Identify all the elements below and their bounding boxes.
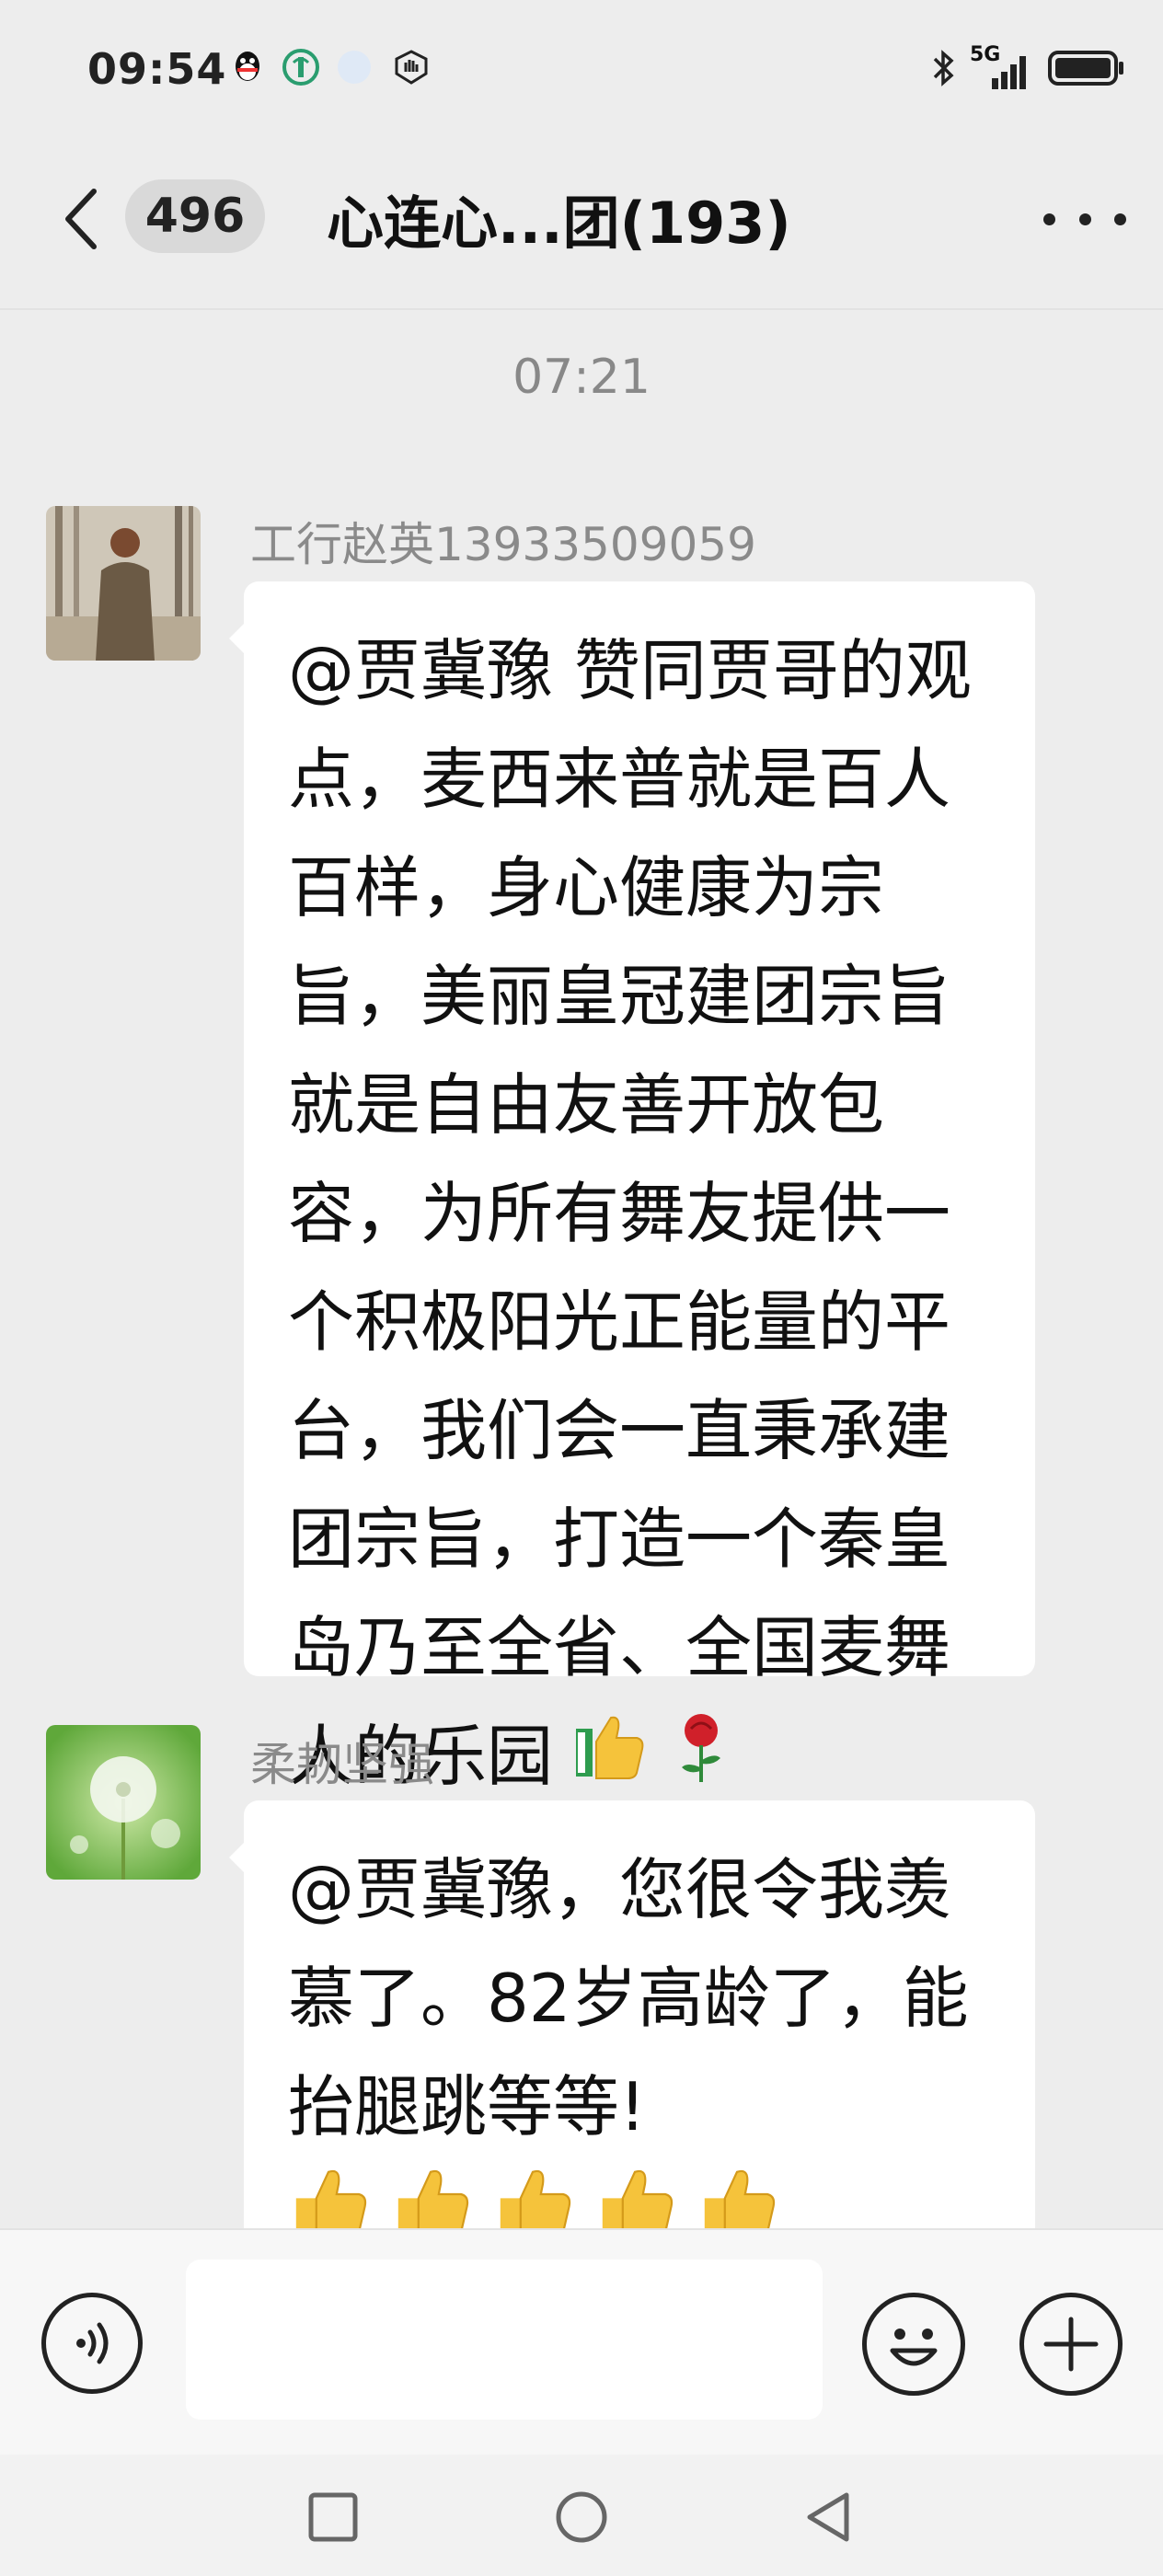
status-right: 5G — [929, 43, 1126, 92]
message-timestamp: 07:21 — [512, 350, 651, 405]
battery-icon — [1047, 48, 1126, 92]
input-bar — [0, 2228, 1163, 2456]
home-icon[interactable] — [554, 2490, 609, 2545]
compass-icon — [335, 48, 374, 86]
chevron-left-icon[interactable] — [55, 182, 110, 256]
message-bubble[interactable]: @贾冀豫 赞同贾哥的观点，麦西来普就是百人百样，身心健康为宗旨，美丽皇冠建团宗旨… — [229, 581, 1035, 1795]
sender-name: 柔韧坚强 — [250, 1738, 434, 1791]
message-text: @贾冀豫 赞同贾哥的观点，麦西来普就是百人百样，身心健康为宗旨，美丽皇冠建团宗旨… — [288, 632, 972, 1795]
signal-icon: 5G — [970, 43, 1034, 91]
chat-title: 心连心...团(193) — [327, 190, 791, 257]
recent-apps-icon[interactable] — [305, 2490, 361, 2545]
avatar[interactable] — [46, 1725, 201, 1880]
plus-icon[interactable] — [1019, 2293, 1123, 2396]
thumbs-up-icon — [574, 1707, 648, 1815]
shield-icon — [392, 48, 431, 86]
qq-icon — [228, 48, 267, 86]
message-text-wrap: @贾冀豫，您很令我羡慕了。82岁高龄了，能抬腿跳等等! — [288, 1835, 1015, 2276]
app-icon — [282, 48, 320, 86]
message-text: @贾冀豫，您很令我羡慕了。82岁高龄了，能抬腿跳等等! — [288, 1851, 969, 2145]
status-bar: 09:54 5G — [0, 0, 1163, 138]
rose-icon — [669, 1707, 733, 1815]
message-text-wrap: @贾冀豫 赞同贾哥的观点，麦西来普就是百人百样，身心健康为宗旨，美丽皇冠建团宗旨… — [288, 616, 1015, 1815]
back-icon[interactable] — [800, 2490, 856, 2545]
message-input[interactable] — [186, 2260, 823, 2420]
bluetooth-icon — [929, 48, 957, 92]
avatar[interactable] — [46, 506, 201, 661]
status-time: 09:54 — [87, 44, 227, 94]
voice-icon[interactable] — [41, 2293, 143, 2394]
more-icon[interactable] — [1043, 191, 1126, 247]
emoji-icon[interactable] — [862, 2293, 965, 2396]
system-nav-bar — [0, 2455, 1163, 2576]
unread-count-badge[interactable]: 496 — [125, 179, 265, 253]
chat-header: 496 心连心...团(193) — [0, 138, 1163, 310]
sender-name: 工行赵英13933509059 — [250, 518, 756, 571]
